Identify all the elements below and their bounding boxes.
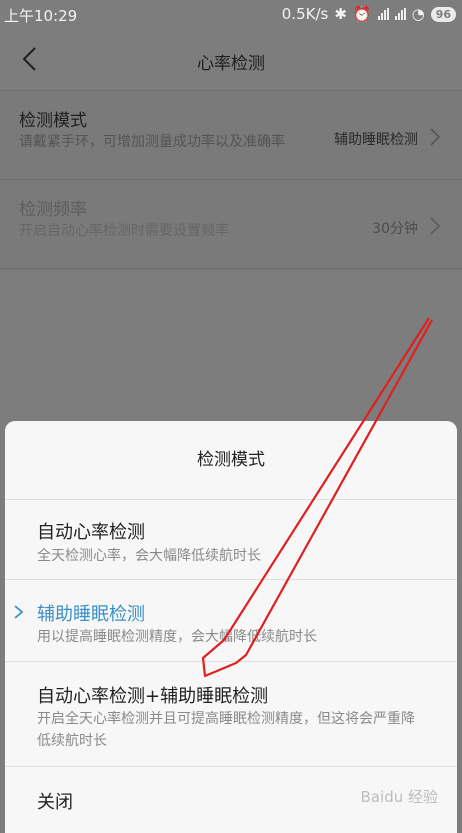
mode-selection-sheet: 检测模式 自动心率检测 全天检测心率，会大幅降低续航时长 辅助睡眠检测 用以提高… [5, 421, 457, 833]
option-title: 自动心率检测+辅助睡眠检测 [37, 686, 269, 707]
status-icons: 0.5K/s ✱ ⏰ ◔ 96 [282, 5, 456, 23]
network-speed: 0.5K/s [281, 5, 329, 23]
chevron-right-icon [430, 128, 440, 146]
option-description: 开启全天心率检测并且可提高睡眠检测精度，但这将会严重降低续航时长 [37, 711, 415, 749]
nav-bar: 心率检测 [0, 28, 462, 90]
sheet-title: 检测模式 [5, 421, 457, 500]
bluetooth-icon: ✱ [334, 5, 347, 23]
battery-icon: 96 [430, 6, 456, 22]
close-label: 关闭 [37, 792, 73, 813]
option-sleep-assist[interactable]: 辅助睡眠检测 用以提高睡眠检测精度，会大幅降低续航时长 [5, 580, 457, 662]
chevron-right-icon [430, 217, 440, 235]
watermark-logo: Baidu 经验 [360, 788, 438, 806]
page-title: 心率检测 [197, 54, 265, 74]
option-auto-heart-rate[interactable]: 自动心率检测 全天检测心率，会大幅降低续航时长 [5, 500, 457, 580]
settings-list: 检测模式 请戴紧手环，可增加测量成功率以及准确率 辅助睡眠检测 检测频率 开启自… [0, 90, 462, 271]
signal-icon [377, 8, 389, 20]
status-bar: 上午10:29 0.5K/s ✱ ⏰ ◔ 96 [0, 0, 462, 28]
settings-row-title: 检测频率 [19, 200, 87, 220]
option-title: 辅助睡眠检测 [37, 604, 145, 625]
settings-row-value: 30分钟 [372, 221, 418, 237]
settings-row-value: 辅助睡眠检测 [334, 132, 418, 148]
selected-chevron-icon [14, 605, 24, 619]
settings-row-subtitle: 开启自动心率检测时需要设置频率 [19, 223, 229, 239]
status-time: 上午10:29 [4, 7, 78, 25]
signal-icon [394, 8, 406, 20]
settings-row-frequency[interactable]: 检测频率 开启自动心率检测时需要设置频率 30分钟 [0, 180, 462, 269]
wifi-icon: ◔ [411, 5, 425, 23]
alarm-icon: ⏰ [352, 5, 372, 23]
settings-row-title: 检测模式 [19, 111, 87, 131]
option-description: 全天检测心率，会大幅降低续航时长 [37, 548, 261, 564]
settings-row-subtitle: 请戴紧手环，可增加测量成功率以及准确率 [19, 134, 285, 150]
settings-row-mode[interactable]: 检测模式 请戴紧手环，可增加测量成功率以及准确率 辅助睡眠检测 [0, 91, 462, 180]
option-auto-plus-sleep[interactable]: 自动心率检测+辅助睡眠检测 开启全天心率检测并且可提高睡眠检测精度，但这将会严重… [5, 662, 457, 767]
option-description: 用以提高睡眠检测精度，会大幅降低续航时长 [37, 629, 317, 645]
option-title: 自动心率检测 [37, 522, 145, 543]
